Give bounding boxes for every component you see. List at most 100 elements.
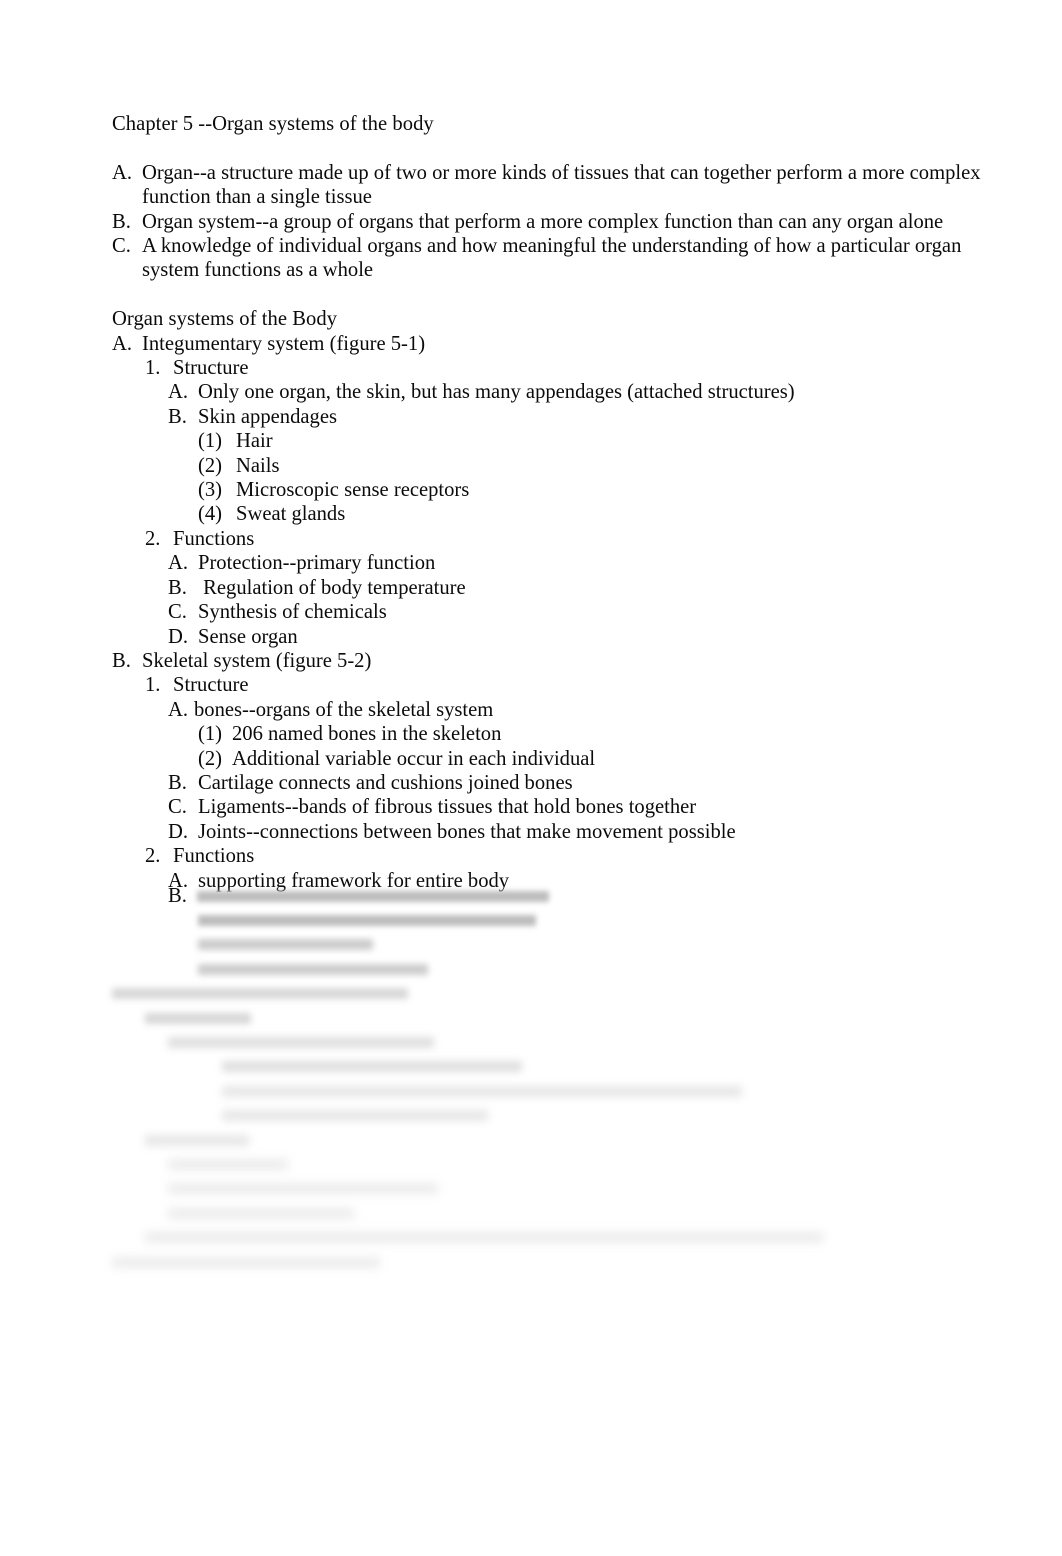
list-marker: 1. [145, 674, 161, 697]
faded-list-row [198, 933, 1012, 957]
faded-list-row [198, 908, 1012, 932]
list-text: Nails [236, 454, 280, 477]
list-text: Functions [173, 845, 255, 868]
faded-text-placeholder [168, 1158, 288, 1170]
list-marker: B. [112, 210, 131, 233]
list-item: A. Protection--primary function [168, 551, 992, 575]
definition-item-a: A. Organ--a structure made up of two or … [112, 161, 992, 210]
list-item: D. Joints--connections between bones tha… [168, 820, 992, 844]
page-title: Chapter 5 --Organ systems of the body [112, 113, 434, 135]
list-marker: A. [168, 381, 189, 404]
list-text: Skeletal system (figure 5-2) [142, 649, 372, 672]
faded-text-placeholder [222, 1110, 488, 1122]
list-text: Integumentary system (figure 5-1) [142, 332, 426, 355]
list-marker: (2) [198, 454, 223, 477]
outline-item-integumentary: A. Integumentary system (figure 5-1) [112, 332, 992, 356]
list-marker: A. [168, 552, 189, 575]
list-text: Sense organ [198, 625, 298, 648]
list-item: A. bones--organs of the skeletal system [168, 698, 992, 722]
faded-text-placeholder [112, 1256, 380, 1268]
list-marker: B. [112, 649, 131, 672]
faded-list-row: B. [168, 884, 1012, 908]
list-item: A. Only one organ, the skin, but has man… [168, 380, 992, 404]
list-marker: C. [168, 601, 187, 624]
outline-item-integumentary-functions: 2. Functions [145, 527, 992, 551]
list-item: (1) 206 named bones in the skeleton [198, 722, 992, 746]
faded-list-row [168, 1152, 1012, 1176]
list-item: (2) Additional variable occur in each in… [198, 747, 992, 771]
outline-item-integumentary-structure: 1. Structure [145, 356, 992, 380]
list-marker: C. [168, 796, 187, 819]
faded-text-placeholder [145, 1012, 251, 1024]
list-text: Joints--connections between bones that m… [198, 820, 736, 843]
list-item: B. Cartilage connects and cushions joine… [168, 771, 992, 795]
faded-list-row [168, 1177, 1012, 1201]
faded-list-row [145, 1128, 1012, 1152]
faded-text-placeholder [197, 890, 550, 902]
faded-text-placeholder [168, 1183, 438, 1195]
list-marker: B. [168, 771, 187, 794]
faded-list-row [168, 1030, 1012, 1054]
list-marker: 1. [145, 357, 161, 380]
definition-item-c: C. A knowledge of individual organs and … [112, 234, 992, 283]
list-item: C. Synthesis of chemicals [168, 600, 992, 624]
list-text: Functions [173, 527, 255, 550]
list-marker: A. [168, 698, 189, 721]
list-item: D. Sense organ [168, 625, 992, 649]
list-text: Skin appendages [198, 405, 337, 428]
faded-list-row [222, 1104, 1012, 1128]
list-text: Cartilage connects and cushions joined b… [198, 771, 573, 794]
faded-list-row [198, 957, 1012, 981]
outline-item-skeletal-structure: 1. Structure [145, 673, 992, 697]
list-text: Microscopic sense receptors [236, 479, 470, 502]
faded-text-placeholder [145, 1232, 823, 1244]
faded-list-row [145, 1006, 1012, 1030]
definition-item-b: B. Organ system--a group of organs that … [112, 210, 992, 234]
list-text: bones--organs of the skeletal system [194, 698, 494, 721]
list-marker: B. [168, 576, 187, 599]
faded-list-row [112, 982, 1012, 1006]
faded-text-placeholder [222, 1061, 522, 1073]
outline-item-skeletal-functions: 2. Functions [145, 844, 992, 868]
list-text: Organ system--a group of organs that per… [142, 210, 944, 233]
faded-outline-tail: B. [112, 884, 1012, 1274]
section-heading: Organ systems of the Body [112, 308, 338, 331]
faded-list-row [145, 1225, 1012, 1249]
list-text: Ligaments--bands of fibrous tissues that… [198, 796, 697, 819]
faded-text-placeholder [145, 1134, 249, 1146]
list-item: (3) Microscopic sense receptors [198, 478, 992, 502]
list-text: Structure [173, 674, 249, 697]
faded-text-placeholder [198, 963, 428, 975]
faded-text-placeholder [168, 1037, 434, 1049]
faded-list-row [112, 1250, 1012, 1274]
list-text: Sweat glands [236, 503, 346, 526]
list-marker: (4) [198, 503, 223, 526]
list-marker: 2. [145, 527, 161, 550]
faded-text-placeholder [168, 1207, 354, 1219]
list-text: Only one organ, the skin, but has many a… [198, 381, 795, 404]
outline-item-skeletal: B. Skeletal system (figure 5-2) [112, 649, 992, 673]
list-item: B. Skin appendages [168, 405, 992, 429]
list-item: C. Ligaments--bands of fibrous tissues t… [168, 795, 992, 819]
list-item: B. Regulation of body temperature [168, 576, 992, 600]
list-text: Hair [236, 430, 273, 453]
list-marker: D. [168, 820, 189, 843]
list-marker: (3) [198, 479, 223, 502]
list-item: (4) Sweat glands [198, 502, 992, 526]
faded-text-placeholder [222, 1085, 742, 1097]
list-marker: A. [112, 161, 133, 184]
list-marker: (1) [198, 430, 223, 453]
faded-text-placeholder [198, 939, 373, 951]
faded-list-row [222, 1055, 1012, 1079]
faded-list-marker: B. [168, 885, 198, 907]
list-marker: 2. [145, 845, 161, 868]
list-text: Regulation of body temperature [198, 576, 466, 599]
list-item: (2) Nails [198, 454, 992, 478]
list-text: 206 named bones in the skeleton [232, 723, 502, 746]
list-marker: C. [112, 235, 131, 258]
outline-body: Chapter 5 --Organ systems of the body A.… [112, 112, 992, 893]
list-text: Synthesis of chemicals [198, 601, 387, 624]
list-item: (1) Hair [198, 429, 992, 453]
list-marker: A. [112, 332, 133, 355]
